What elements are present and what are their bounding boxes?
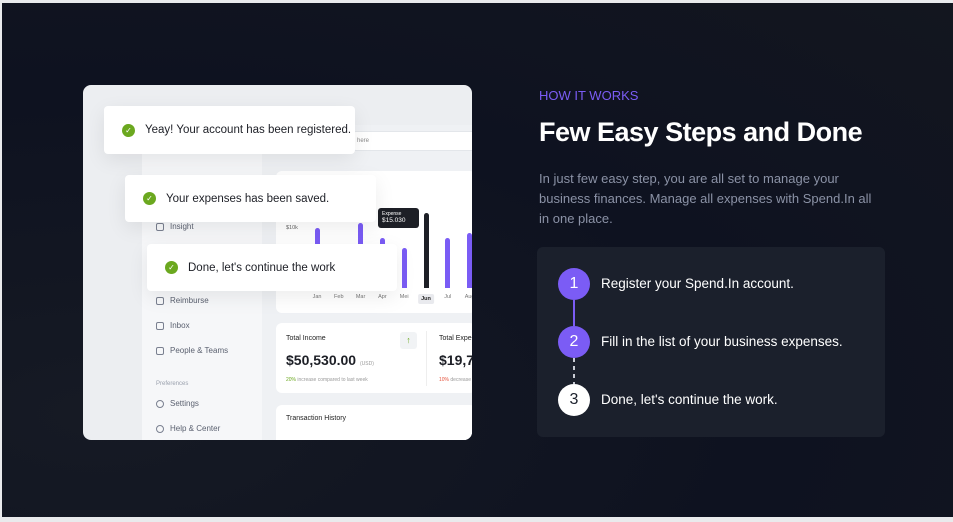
income-card: Total Income ↑ $50,530.00 (USD) 20% incr…	[276, 323, 472, 393]
month-label: Jul	[444, 294, 452, 300]
sidebar-item-people[interactable]: People & Teams	[156, 346, 228, 355]
help-icon	[156, 424, 164, 433]
income-label: Total Income	[286, 335, 326, 342]
chart-tooltip: Expense $15.030	[378, 208, 419, 228]
search-input[interactable]: here	[352, 131, 472, 151]
sidebar-item-help[interactable]: Help & Center	[156, 424, 220, 433]
toast-done: ✓ Done, let's continue the work	[147, 244, 397, 291]
month-label: Mar	[355, 294, 366, 300]
transaction-card: Transaction History	[276, 405, 472, 440]
y-tick: $10k	[286, 225, 298, 231]
expense-amount: $19,7	[439, 352, 472, 368]
check-icon: ✓	[165, 261, 178, 274]
people-icon	[156, 346, 164, 355]
check-icon: ✓	[143, 192, 156, 205]
inbox-icon	[156, 321, 164, 330]
chart-bar-jul[interactable]	[445, 238, 451, 288]
app-mockup: Insight Reimburse Inbox People & Teams P…	[83, 85, 472, 440]
gear-icon	[156, 399, 164, 408]
step-connector	[573, 300, 575, 326]
step-3-number: 3	[558, 384, 590, 416]
arrow-up-icon: ↑	[400, 332, 417, 349]
section-description: In just few easy step, you are all set t…	[539, 171, 872, 226]
expense-label: Total Expe	[439, 335, 472, 342]
insight-icon	[156, 222, 164, 231]
chart-bar-jun[interactable]	[423, 212, 429, 288]
month-label: Feb	[334, 294, 344, 300]
step-2-text: Fill in the list of your business expens…	[601, 334, 843, 349]
month-label: Mei	[399, 294, 409, 300]
steps-card: 1 Register your Spend.In account. 2 Fill…	[537, 247, 885, 437]
sidebar-item-inbox[interactable]: Inbox	[156, 321, 190, 330]
chart-bar-mei[interactable]	[401, 248, 407, 288]
preferences-label: Preferences	[156, 381, 189, 387]
step-3-text: Done, let's continue the work.	[601, 392, 778, 407]
sidebar-item-reimburse[interactable]: Reimburse	[156, 296, 209, 305]
sidebar-item-insight[interactable]: Insight	[156, 222, 194, 231]
toast-saved: ✓ Your expenses has been saved.	[125, 175, 376, 222]
sidebar-item-settings[interactable]: Settings	[156, 399, 199, 408]
section-eyebrow: HOW IT WORKS	[539, 88, 639, 103]
check-icon: ✓	[122, 123, 135, 137]
step-2-number: 2	[558, 326, 590, 358]
toast-registered: ✓ Yeay! Your account has been registered.	[104, 106, 355, 154]
month-label: Jan	[312, 294, 322, 300]
reimburse-icon	[156, 296, 164, 305]
month-label: Aug	[464, 294, 472, 300]
step-1-text: Register your Spend.In account.	[601, 276, 794, 291]
step-connector-dashed	[573, 358, 575, 384]
step-1-number: 1	[558, 268, 590, 300]
month-label: Jun	[418, 294, 434, 304]
income-amount: $50,530.00	[286, 352, 357, 368]
chart-bar-aug[interactable]	[467, 233, 472, 288]
month-label: Apr	[378, 294, 387, 300]
section-title: Few Easy Steps and Done	[539, 117, 863, 147]
